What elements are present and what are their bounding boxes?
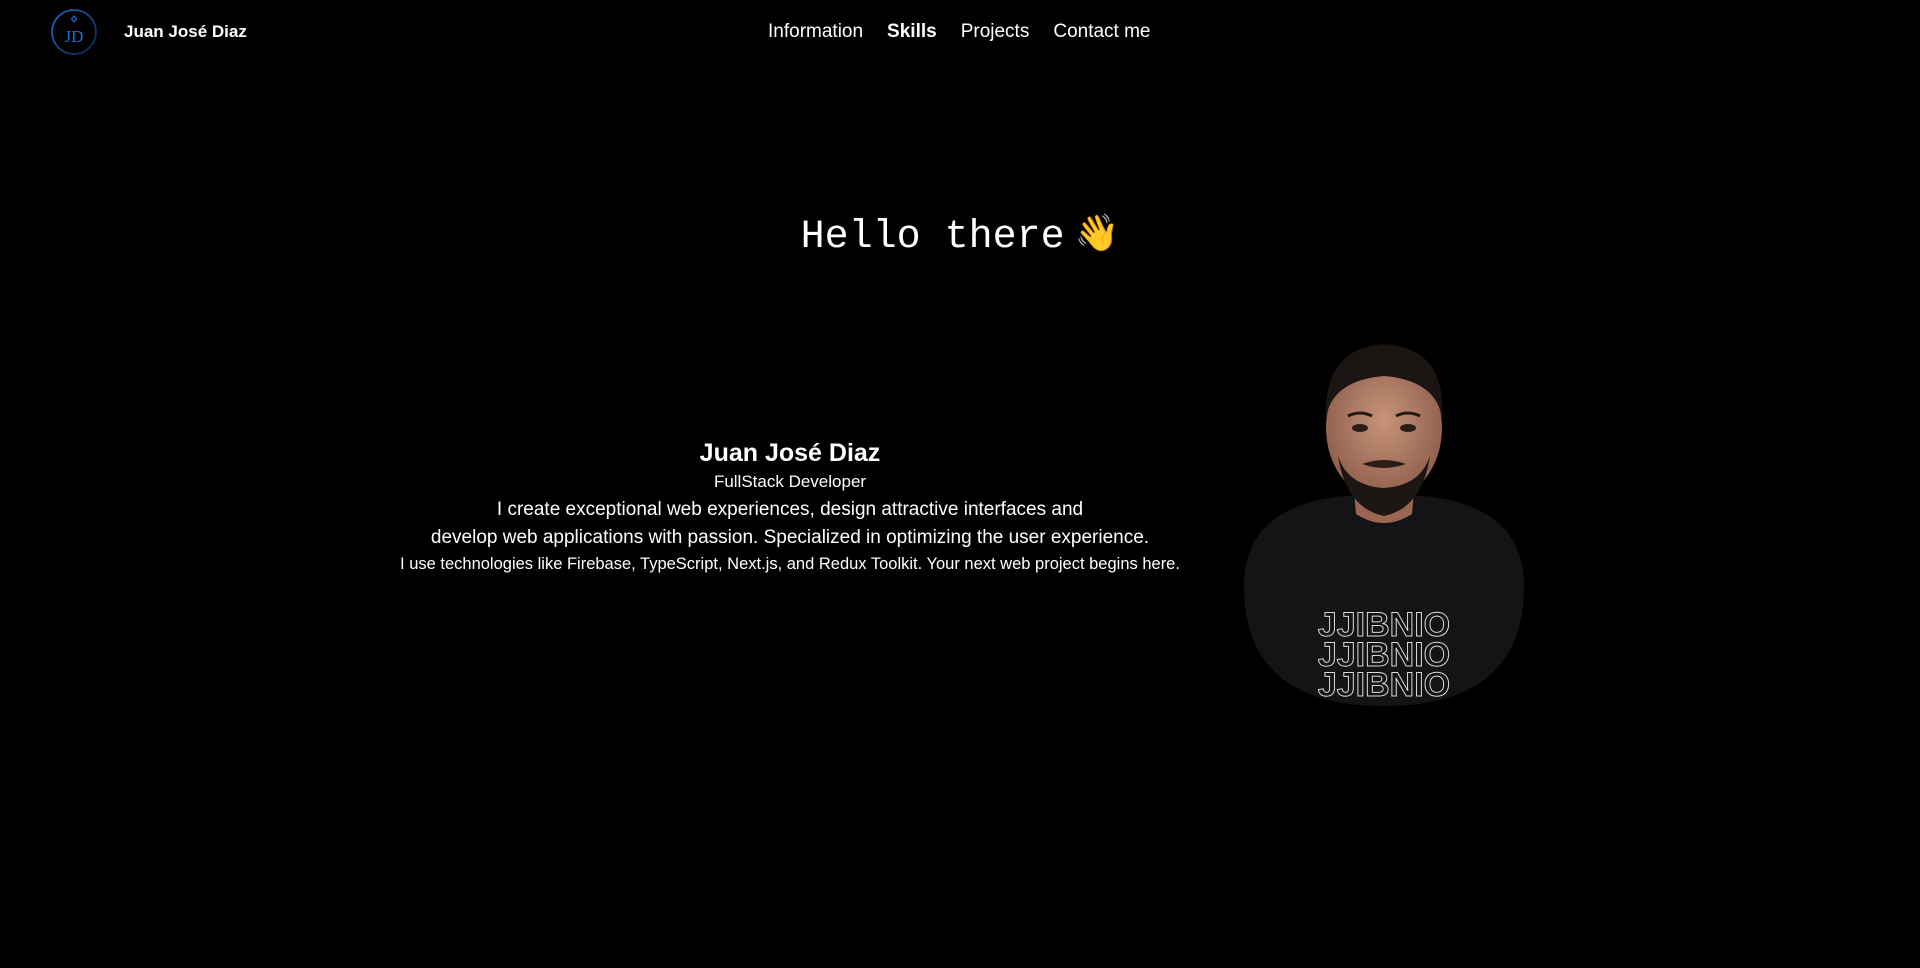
intro-section: Juan José Diaz FullStack Developer I cre… [330, 436, 1250, 576]
waving-hand-icon: 👋 [1074, 213, 1120, 254]
nav-item-contact[interactable]: Contact me [1053, 21, 1150, 43]
intro-name: Juan José Diaz [699, 439, 881, 467]
intro-tech-line: I use technologies like Firebase, TypeSc… [400, 555, 1180, 573]
brand-name[interactable]: Juan José Diaz [124, 22, 247, 42]
site-header: JD Juan José Diaz Information Skills Pro… [0, 0, 1920, 66]
portfolio-page: JD Juan José Diaz Information Skills Pro… [0, 0, 1920, 968]
logo-monogram: JD [65, 27, 84, 46]
intro-description-line1: I create exceptional web experiences, de… [496, 499, 1084, 520]
greeting-text: Hello there [800, 215, 1065, 260]
jd-logo-icon[interactable]: JD [50, 8, 98, 56]
profile-photo: JJIBNIO JJIBNIO JJIBNIO [1244, 344, 1524, 706]
intro-role: FullStack Developer [713, 472, 867, 491]
intro-description-line2: develop web applications with passion. S… [430, 527, 1150, 548]
nav-item-projects[interactable]: Projects [961, 21, 1030, 43]
nav-item-information[interactable]: Information [768, 21, 863, 43]
main-nav: Information Skills Projects Contact me [768, 21, 1175, 43]
nav-item-skills[interactable]: Skills [887, 21, 937, 43]
svg-text:JJIBNIO: JJIBNIO [1318, 666, 1450, 704]
hero-greeting: Hello there 👋 [0, 212, 1920, 260]
